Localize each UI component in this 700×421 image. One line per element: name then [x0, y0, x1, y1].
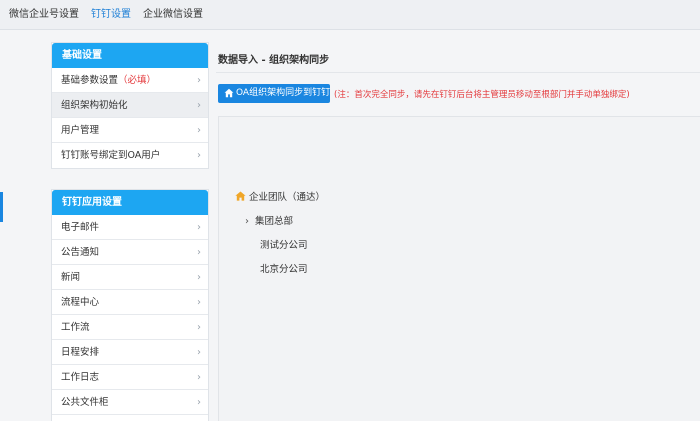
sidebar-item-label: 钉钉账号绑定到OA用户: [61, 150, 161, 161]
app-settings-header: 钉钉应用设置: [52, 190, 208, 215]
org-tree-panel: 企业团队（通达） › 集团总部 测试分公司 北京分公司: [218, 116, 700, 421]
left-edge-accent: [0, 192, 3, 222]
sidebar-item-schedule[interactable]: 日程安排 ›: [52, 340, 208, 365]
sidebar-item-bind-account[interactable]: 钉钉账号绑定到OA用户 ›: [52, 143, 208, 168]
sidebar-item-label: 组织架构初始化: [61, 100, 128, 111]
top-tab-bar: 微信企业号设置 钉钉设置 企业微信设置: [0, 0, 700, 30]
sidebar-item-label: 工作流: [61, 322, 90, 333]
chevron-right-icon: ›: [197, 75, 201, 86]
basic-settings-header: 基础设置: [52, 43, 208, 68]
sync-note: (注：首次完全同步，请先在钉钉后台将主管理员移动至根部门并手动单独绑定): [334, 90, 630, 100]
sidebar-item-user-management[interactable]: 用户管理 ›: [52, 118, 208, 143]
sidebar-item-label: 流程中心: [61, 297, 100, 308]
tree-node-label: 集团总部: [255, 216, 294, 227]
sidebar-item-label: 日程安排: [61, 347, 100, 358]
tree-node-group-hq[interactable]: › 集团总部: [245, 213, 293, 227]
sidebar-item-label: 公共文件柜: [61, 397, 109, 408]
chevron-right-icon: ›: [197, 322, 201, 333]
sidebar-item-process-center[interactable]: 流程中心 ›: [52, 290, 208, 315]
sidebar-item-news[interactable]: 新闻 ›: [52, 265, 208, 290]
sidebar-item-label: 工作日志: [61, 372, 100, 383]
sidebar-item-workflow[interactable]: 工作流 ›: [52, 315, 208, 340]
app-settings-panel: 钉钉应用设置 电子邮件 › 公告通知 › 新闻 › 流程中心 › 工作流 › 日…: [51, 189, 209, 421]
sidebar-item-announcements[interactable]: 公告通知 ›: [52, 240, 208, 265]
title-divider: [216, 72, 700, 73]
chevron-right-icon[interactable]: ›: [245, 216, 249, 227]
chevron-right-icon: ›: [197, 222, 201, 233]
chevron-right-icon: ›: [197, 100, 201, 111]
chevron-right-icon: ›: [197, 247, 201, 258]
tree-node-label: 企业团队（通达）: [249, 192, 326, 203]
sidebar-item-label: 电子邮件: [61, 222, 100, 233]
tab-wechat-enterprise-settings[interactable]: 微信企业号设置: [9, 0, 79, 30]
sync-button-label: OA组织架构同步到钉钉: [236, 88, 331, 98]
sync-org-to-dingtalk-button[interactable]: OA组织架构同步到钉钉: [218, 84, 330, 103]
home-folder-icon: [235, 191, 246, 201]
tree-root-node[interactable]: 企业团队（通达）: [235, 189, 325, 203]
chevron-right-icon: ›: [197, 150, 201, 161]
sidebar-item-work-log[interactable]: 工作日志 ›: [52, 365, 208, 390]
home-icon: [224, 88, 234, 98]
chevron-right-icon: ›: [197, 272, 201, 283]
sidebar-item-label: 新闻: [61, 272, 81, 283]
tab-wecom-settings[interactable]: 企业微信设置: [143, 0, 203, 30]
chevron-right-icon: ›: [197, 397, 201, 408]
sidebar-item-label: 基础参数设置: [61, 75, 119, 86]
sidebar-item-label: 用户管理: [61, 125, 100, 136]
page-title: 数据导入 - 组织架构同步: [218, 55, 330, 66]
tree-node-test-branch[interactable]: 测试分公司: [260, 237, 308, 251]
tree-node-beijing-branch[interactable]: 北京分公司: [260, 261, 308, 275]
sidebar-item-basic-params[interactable]: 基础参数设置（必填） ›: [52, 68, 208, 93]
chevron-right-icon: ›: [197, 347, 201, 358]
sidebar-item-org-init[interactable]: 组织架构初始化 ›: [52, 93, 208, 118]
tab-dingtalk-settings[interactable]: 钉钉设置: [91, 0, 131, 30]
sidebar-item-email[interactable]: 电子邮件 ›: [52, 215, 208, 240]
sidebar-item-label: 公告通知: [61, 247, 100, 258]
tree-node-label: 测试分公司: [260, 240, 308, 251]
main-content: 数据导入 - 组织架构同步 OA组织架构同步到钉钉 (注：首次完全同步，请先在钉…: [216, 42, 700, 421]
chevron-right-icon: ›: [197, 372, 201, 383]
basic-settings-panel: 基础设置 基础参数设置（必填） › 组织架构初始化 › 用户管理 › 钉钉账号绑…: [51, 42, 209, 169]
tree-node-label: 北京分公司: [260, 264, 308, 275]
chevron-right-icon: ›: [197, 297, 201, 308]
required-tag: （必填）: [118, 75, 157, 86]
chevron-right-icon: ›: [197, 125, 201, 136]
sidebar-item-public-files[interactable]: 公共文件柜 ›: [52, 390, 208, 415]
